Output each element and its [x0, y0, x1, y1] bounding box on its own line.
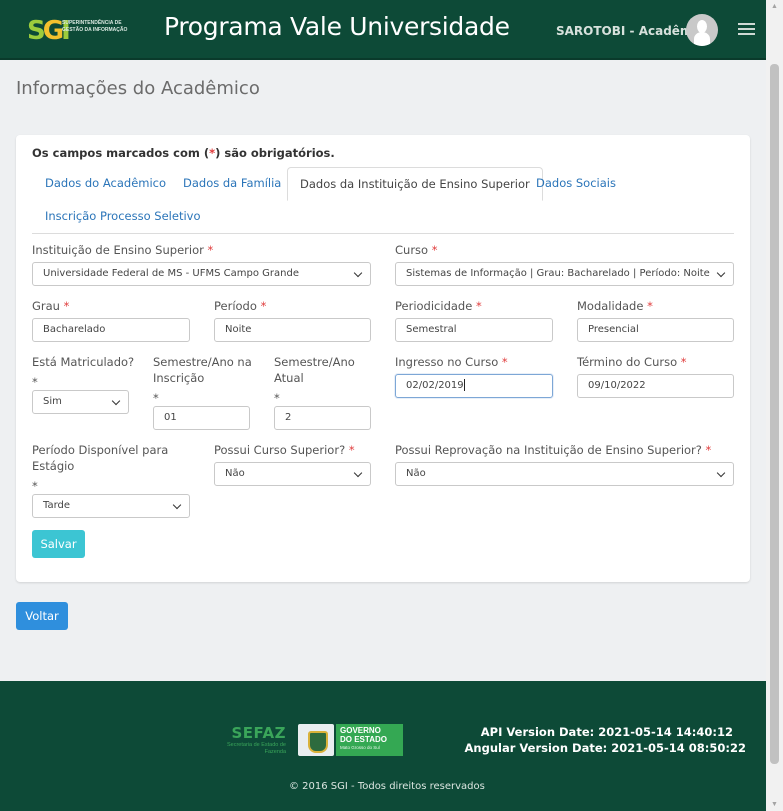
- periodo-estagio-required-star: *: [32, 479, 38, 493]
- tabs-divider: [32, 233, 734, 234]
- matriculado-label: Está Matriculado?: [32, 355, 135, 369]
- user-avatar-icon[interactable]: [686, 14, 718, 46]
- semestre-atual-required-star: *: [274, 391, 280, 405]
- hamburger-menu-icon[interactable]: [738, 23, 755, 36]
- tab-dados-academico[interactable]: Dados do Acadêmico: [45, 167, 166, 200]
- reprovacao-select[interactable]: Não: [395, 462, 734, 486]
- text-cursor: [463, 379, 465, 391]
- curso-superior-label: Possui Curso Superior? *: [214, 443, 355, 457]
- chevron-down-icon: [173, 502, 181, 510]
- semestre-inscricao-label: Semestre/Ano na Inscrição: [153, 355, 252, 385]
- governo-ms-logo: GOVERNO DO ESTADO Mato Grosso do Sul: [298, 724, 403, 756]
- back-button[interactable]: Voltar: [16, 602, 68, 630]
- logo-subtitle: SUPERINTENDÊNCIA DE GESTÃO DA INFORMAÇÃO: [62, 20, 128, 33]
- copyright-text: © 2016 SGI - Todos direitos reservados: [289, 781, 485, 792]
- periodo-label: Período *: [214, 299, 267, 313]
- app-title: Programa Vale Universidade: [164, 12, 510, 41]
- ingresso-date-field[interactable]: 02/02/2019: [395, 374, 553, 398]
- periodo-estagio-select[interactable]: Tarde: [32, 494, 190, 518]
- chevron-down-icon: [354, 470, 362, 478]
- chevron-down-icon: [717, 470, 725, 478]
- tab-dados-sociais[interactable]: Dados Sociais: [536, 167, 616, 200]
- curso-superior-select[interactable]: Não: [214, 462, 371, 486]
- tab-dados-familia[interactable]: Dados da Família: [183, 167, 281, 200]
- curso-label: Curso *: [395, 243, 438, 257]
- termino-label: Término do Curso *: [577, 355, 687, 369]
- scroll-down-arrow-icon[interactable]: ▼: [770, 800, 779, 809]
- reprovacao-label: Possui Reprovação na Instituição de Ensi…: [395, 443, 712, 457]
- semestre-inscricao-required-star: *: [153, 391, 159, 405]
- modalidade-label: Modalidade *: [577, 299, 653, 313]
- instituicao-select[interactable]: Universidade Federal de MS - UFMS Campo …: [32, 262, 371, 286]
- scroll-up-arrow-icon[interactable]: ▲: [770, 2, 779, 11]
- semestre-atual-field[interactable]: 2: [274, 406, 371, 430]
- tab-inscricao-processo[interactable]: Inscrição Processo Seletivo: [45, 200, 201, 233]
- semestre-atual-label: Semestre/Ano Atual: [274, 355, 355, 385]
- chevron-down-icon: [112, 398, 120, 406]
- angular-version-date: Angular Version Date: 2021-05-14 08:50:2…: [464, 741, 746, 755]
- periodicidade-label: Periodicidade *: [395, 299, 482, 313]
- grau-field[interactable]: Bacharelado: [32, 318, 190, 342]
- required-fields-note: Os campos marcados com (*) são obrigatór…: [32, 146, 335, 160]
- periodo-field[interactable]: Noite: [214, 318, 371, 342]
- periodo-estagio-label: Período Disponível para Estágio: [32, 443, 169, 473]
- sefaz-logo: SEFAZ Secretaria de Estado de Fazenda: [226, 724, 286, 755]
- page-title: Informações do Acadêmico: [16, 78, 260, 99]
- instituicao-label: Instituição de Ensino Superior *: [32, 243, 214, 257]
- chevron-down-icon: [354, 270, 362, 278]
- grau-label: Grau *: [32, 299, 70, 313]
- ingresso-label: Ingresso no Curso *: [395, 355, 508, 369]
- termino-date-field[interactable]: 09/10/2022: [577, 374, 734, 398]
- modalidade-field[interactable]: Presencial: [577, 318, 734, 342]
- scrollbar-thumb[interactable]: [770, 64, 779, 764]
- api-version-date: API Version Date: 2021-05-14 14:40:12: [480, 725, 733, 739]
- periodicidade-field[interactable]: Semestral: [395, 318, 553, 342]
- matriculado-required-star: *: [32, 375, 38, 389]
- top-header: SGI SUPERINTENDÊNCIA DE GESTÃO DA INFORM…: [0, 0, 766, 60]
- save-button[interactable]: Salvar: [32, 530, 85, 558]
- curso-select[interactable]: Sistemas de Informação | Grau: Bacharela…: [395, 262, 734, 286]
- sgi-logo[interactable]: SGI SUPERINTENDÊNCIA DE GESTÃO DA INFORM…: [27, 16, 127, 46]
- state-crest-icon: [298, 724, 334, 756]
- tab-dados-instituicao[interactable]: Dados da Instituição de Ensino Superior: [287, 167, 543, 201]
- semestre-inscricao-field[interactable]: 01: [153, 406, 250, 430]
- matriculado-select[interactable]: Sim: [32, 390, 129, 414]
- chevron-down-icon: [717, 270, 725, 278]
